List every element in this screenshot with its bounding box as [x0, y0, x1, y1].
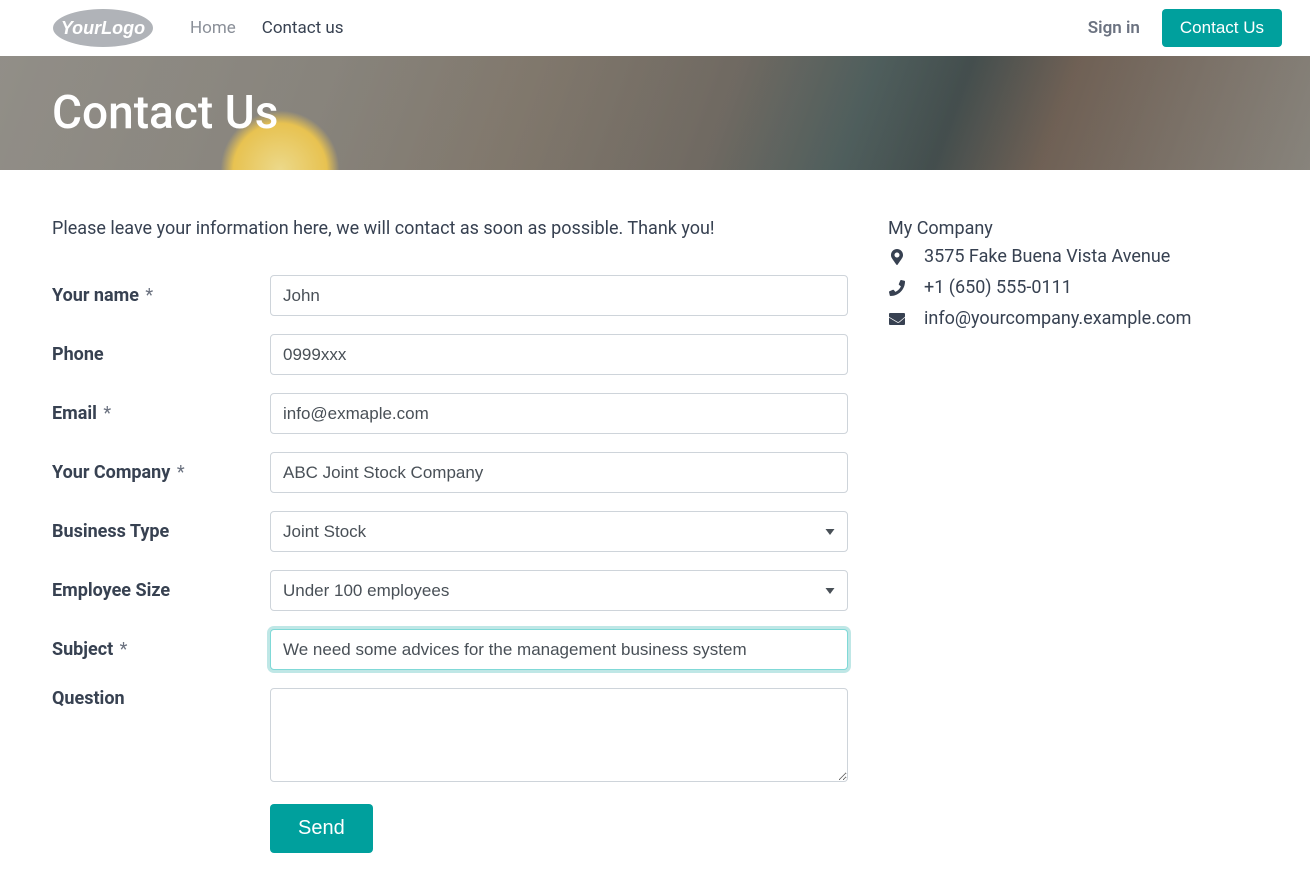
- row-subject: Subject *: [52, 629, 848, 670]
- contact-us-button[interactable]: Contact Us: [1162, 9, 1282, 47]
- label-business-type: Business Type: [52, 521, 270, 542]
- navbar: YourLogo Home Contact us Sign in Contact…: [0, 0, 1310, 56]
- label-email: Email *: [52, 403, 270, 424]
- input-subject[interactable]: [270, 629, 848, 670]
- form-column: Please leave your information here, we w…: [52, 218, 848, 853]
- row-question: Question: [52, 688, 848, 782]
- input-email[interactable]: [270, 393, 848, 434]
- send-button[interactable]: Send: [270, 804, 373, 853]
- input-company[interactable]: [270, 452, 848, 493]
- label-company: Your Company *: [52, 462, 270, 483]
- email-line: info@yourcompany.example.com: [888, 305, 1258, 334]
- logo: YourLogo: [52, 7, 154, 49]
- address-line: 3575 Fake Buena Vista Avenue: [888, 243, 1258, 272]
- row-business-type: Business Type Joint Stock: [52, 511, 848, 552]
- main-content: Please leave your information here, we w…: [0, 170, 1310, 893]
- input-phone[interactable]: [270, 334, 848, 375]
- map-marker-icon: [888, 249, 906, 265]
- label-question: Question: [52, 688, 270, 709]
- row-employee-size: Employee Size Under 100 employees: [52, 570, 848, 611]
- row-company: Your Company *: [52, 452, 848, 493]
- nav-contact[interactable]: Contact us: [262, 18, 344, 38]
- row-email: Email *: [52, 393, 848, 434]
- phone-line: +1 (650) 555-0111: [888, 274, 1258, 303]
- company-name: My Company: [888, 218, 1258, 239]
- email-text: info@yourcompany.example.com: [924, 305, 1191, 334]
- input-name[interactable]: [270, 275, 848, 316]
- select-business-type[interactable]: Joint Stock: [270, 511, 848, 552]
- label-name: Your name *: [52, 285, 270, 306]
- nav-home[interactable]: Home: [190, 18, 236, 38]
- company-info: My Company 3575 Fake Buena Vista Avenue …: [888, 218, 1258, 853]
- label-phone: Phone: [52, 344, 270, 365]
- phone-text: +1 (650) 555-0111: [924, 274, 1072, 303]
- address-text: 3575 Fake Buena Vista Avenue: [924, 243, 1170, 272]
- phone-icon: [888, 280, 906, 296]
- row-phone: Phone: [52, 334, 848, 375]
- nav-right: Sign in Contact Us: [1088, 9, 1282, 47]
- envelope-icon: [888, 311, 906, 327]
- select-employee-size[interactable]: Under 100 employees: [270, 570, 848, 611]
- signin-link[interactable]: Sign in: [1088, 18, 1140, 38]
- svg-text:YourLogo: YourLogo: [61, 18, 145, 38]
- hero-banner: Contact Us: [0, 56, 1310, 170]
- intro-text: Please leave your information here, we w…: [52, 218, 848, 239]
- page-title: Contact Us: [52, 86, 278, 140]
- label-employee-size: Employee Size: [52, 580, 270, 601]
- nav-links: Home Contact us: [190, 18, 344, 38]
- label-subject: Subject *: [52, 639, 270, 660]
- textarea-question[interactable]: [270, 688, 848, 782]
- row-name: Your name *: [52, 275, 848, 316]
